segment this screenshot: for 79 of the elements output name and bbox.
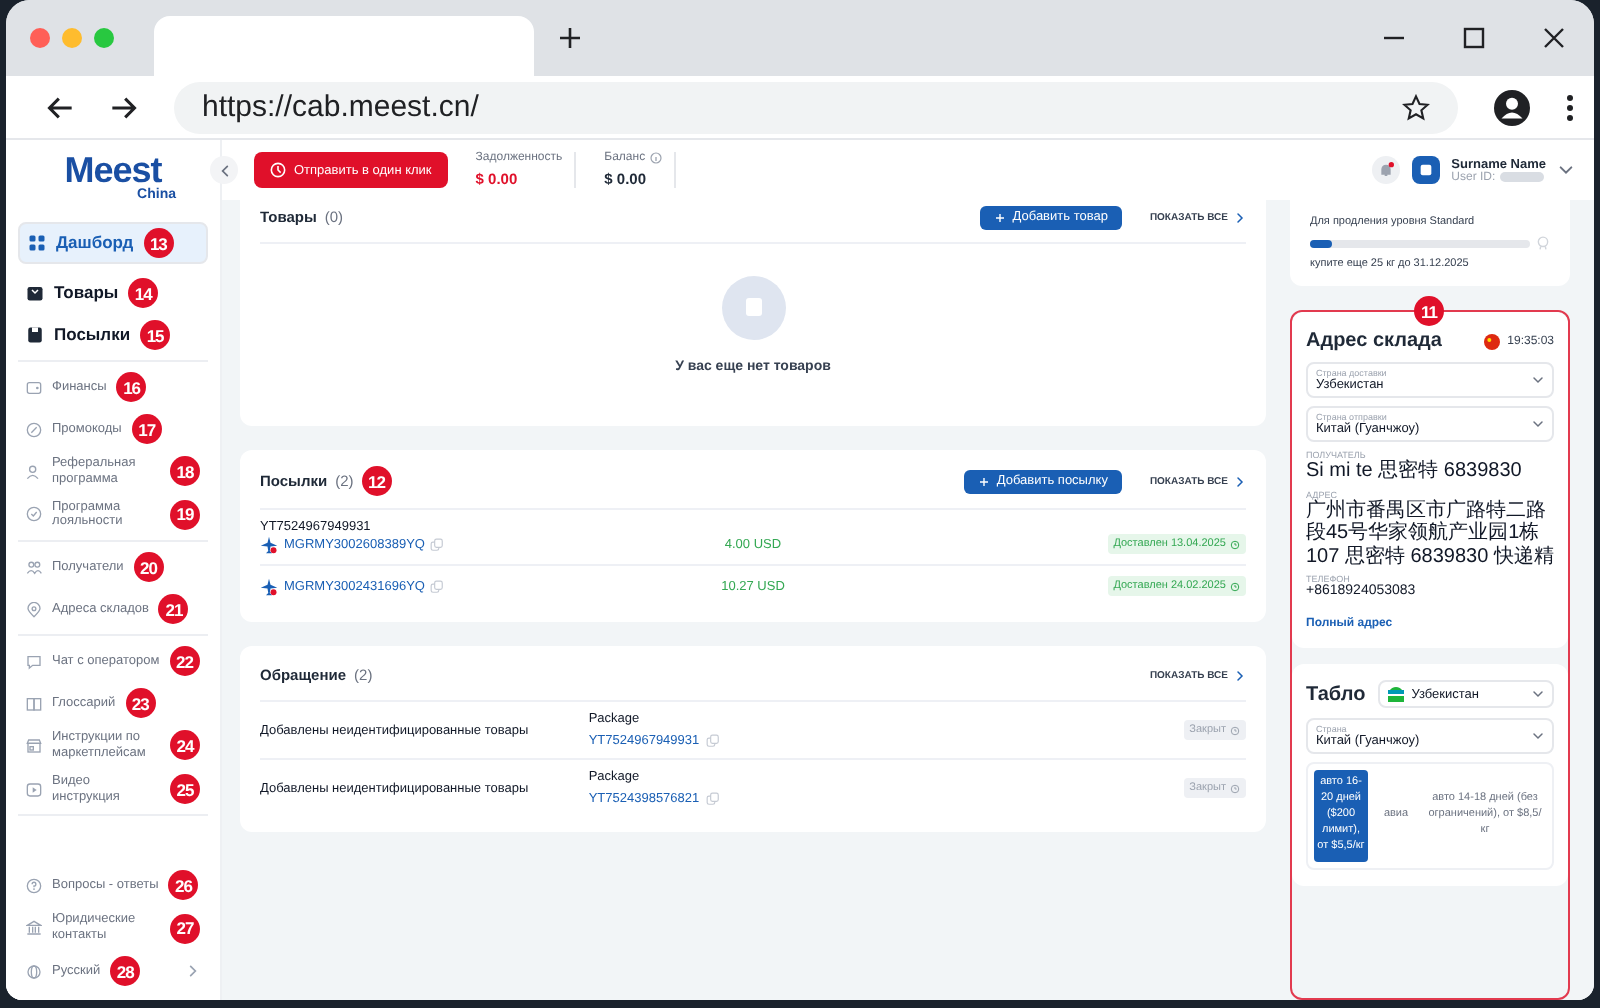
chevron-left-icon <box>217 163 231 177</box>
chat-icon <box>26 653 42 670</box>
number-badge: 12 <box>361 466 392 496</box>
number-badge: 26 <box>168 870 199 901</box>
percent-icon <box>26 421 42 437</box>
number-badge: 14 <box>128 278 159 308</box>
empty-box-icon <box>721 276 785 340</box>
sidebar-item[interactable]: Дашборд 13 <box>18 222 208 264</box>
chevron-right-icon <box>1234 669 1246 681</box>
plus-icon <box>978 475 991 487</box>
number-badge: 15 <box>140 320 171 350</box>
user-avatar[interactable] <box>1411 156 1440 184</box>
forward-arrow-icon[interactable] <box>110 93 138 121</box>
bag-icon <box>26 326 44 344</box>
bag-icon <box>1417 162 1434 178</box>
number-badge: 16 <box>116 372 147 402</box>
plane-icon <box>260 535 278 553</box>
number-badge: 27 <box>170 913 200 944</box>
location-pin-icon <box>26 601 42 618</box>
chevron-down-icon <box>1532 688 1544 701</box>
number-badge: 22 <box>169 646 200 677</box>
profile-icon[interactable] <box>1494 89 1530 125</box>
clock-icon <box>1229 783 1240 793</box>
medal-icon <box>1536 236 1550 250</box>
chevron-down-icon <box>1558 162 1574 178</box>
chevron-down-icon <box>1532 418 1544 430</box>
number-badge: 28 <box>110 956 141 986</box>
sidebar-item[interactable]: Товары 14 <box>18 272 208 314</box>
people-icon <box>26 559 42 576</box>
store-icon <box>26 737 42 754</box>
number-badge: 18 <box>170 456 200 487</box>
plus-icon[interactable] <box>558 26 582 50</box>
wallet-icon <box>26 379 42 395</box>
chevron-right-icon <box>186 964 200 978</box>
number-badge: 20 <box>133 552 164 583</box>
clock-icon <box>1229 581 1240 591</box>
play-icon <box>26 781 42 798</box>
number-badge: 11 <box>1414 296 1444 326</box>
star-icon[interactable] <box>1402 93 1430 121</box>
field-value: 广州市番禺区市广路特二路段45号华家领航产业园1栋 107 思密特 6839830 快递精 <box>1306 499 1554 568</box>
sidebar-item[interactable]: Посылки 15 <box>18 314 208 356</box>
info-icon[interactable] <box>649 152 662 164</box>
chevron-down-icon <box>1532 730 1544 743</box>
check-circle-icon <box>26 506 42 523</box>
number-badge: 21 <box>158 594 189 625</box>
back-arrow-icon[interactable] <box>46 93 74 121</box>
field-value: Si mi te 思密特 6839830 <box>1306 460 1524 483</box>
flag-icon <box>1387 686 1404 703</box>
globe-icon <box>26 963 42 979</box>
number-badge: 13 <box>143 228 174 258</box>
number-badge: 23 <box>125 688 156 719</box>
blurred-value <box>1499 172 1544 182</box>
maximize-icon[interactable] <box>1462 26 1486 50</box>
person-icon <box>26 463 42 480</box>
plane-icon <box>260 577 278 595</box>
grid-icon <box>28 234 46 252</box>
plus-icon <box>994 211 1007 223</box>
number-badge: 25 <box>170 774 200 805</box>
notification-button[interactable] <box>1371 156 1400 184</box>
chevron-right-icon <box>1234 211 1246 223</box>
book-icon <box>26 695 42 712</box>
card-title: Табло <box>1306 683 1366 706</box>
menu-icon[interactable] <box>1566 93 1574 121</box>
close-icon[interactable] <box>1542 26 1566 50</box>
bell-icon <box>1377 162 1394 178</box>
question-icon <box>26 877 42 894</box>
logo[interactable]: Meest <box>64 152 162 188</box>
collapse-button[interactable] <box>210 156 238 184</box>
flag-icon <box>1483 333 1500 349</box>
card-title: Адрес склада <box>1306 330 1444 352</box>
number-badge: 24 <box>170 730 200 761</box>
clock-icon <box>1229 725 1240 735</box>
chevron-right-icon <box>1234 475 1246 487</box>
url-field[interactable]: https://cab.meest.cn/ <box>174 81 1458 133</box>
clock-icon <box>1229 539 1240 549</box>
bank-icon <box>26 920 42 937</box>
number-badge: 17 <box>131 414 162 444</box>
number-badge: 19 <box>170 499 200 530</box>
chevron-down-icon <box>1532 374 1544 386</box>
